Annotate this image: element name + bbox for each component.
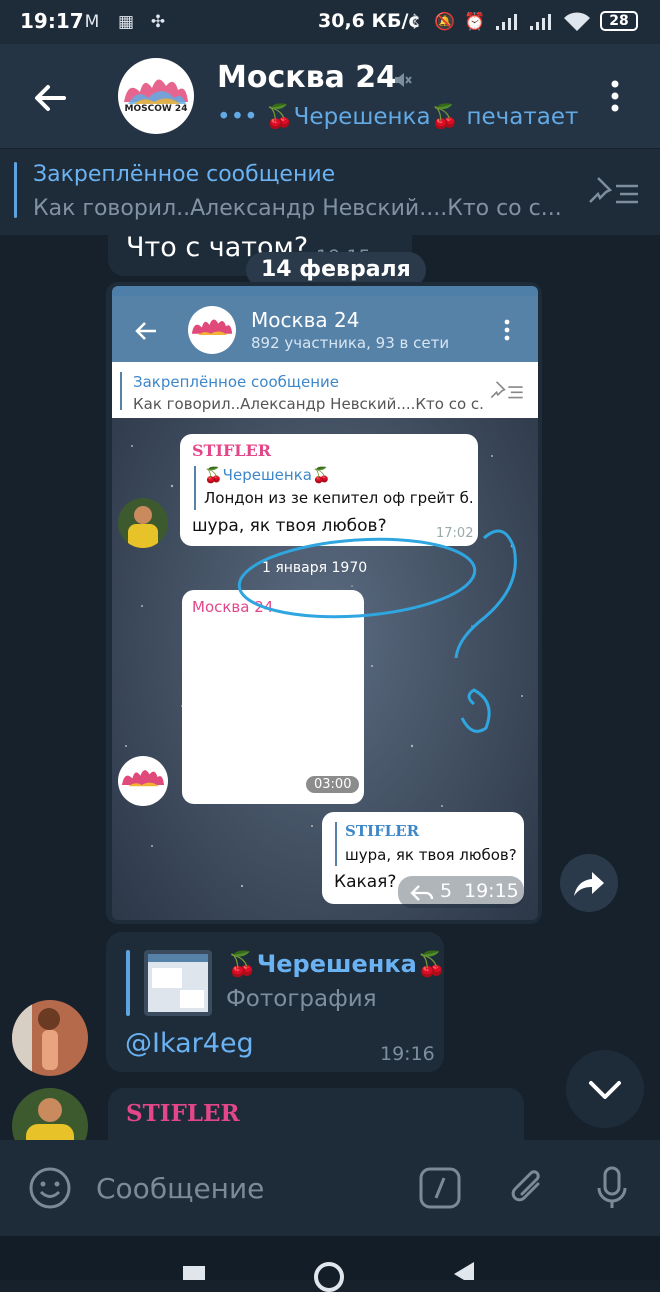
bluetooth-icon: ᛒ xyxy=(410,12,422,32)
share-arrow-icon xyxy=(574,872,604,896)
chevron-down-icon xyxy=(589,1081,621,1099)
chat-title[interactable]: Москва 24 xyxy=(217,60,397,95)
reply-message-time: 19:16 xyxy=(380,1043,435,1065)
message-input[interactable]: Сообщение xyxy=(96,1172,264,1205)
network-speed: 30,6 КБ/с xyxy=(318,10,420,32)
pinned-text: Как говорил..Александр Невский....Кто со… xyxy=(33,196,562,221)
attach-icon[interactable] xyxy=(506,1164,550,1212)
status-time: 19:17 xyxy=(20,9,84,33)
scroll-down-button[interactable] xyxy=(566,1050,644,1128)
alarm-icon: ⏰ xyxy=(464,12,486,32)
battery-icon: 28 xyxy=(600,11,638,31)
reply-accent-line xyxy=(126,950,130,1016)
microphone-icon[interactable] xyxy=(592,1164,632,1212)
signal-icon-1 xyxy=(496,14,517,30)
signal-icon-2 xyxy=(530,14,551,30)
embedded-screenshot[interactable]: Москва 24 892 участника, 93 в сети Закре… xyxy=(112,286,538,920)
avatar-label: MOSCOW 24 xyxy=(124,104,188,114)
reply-sender-name: 🍒Черешенка🍒 xyxy=(227,950,447,978)
home-button[interactable] xyxy=(314,1262,344,1292)
nav-back-icon[interactable] xyxy=(452,1262,476,1280)
muted-icon xyxy=(395,73,412,87)
back-arrow-icon[interactable] xyxy=(30,78,70,118)
recents-button[interactable] xyxy=(183,1266,205,1280)
pinned-accent-line xyxy=(14,162,17,218)
reply-type: Фотография xyxy=(226,986,377,1012)
pinned-title: Закреплённое сообщение xyxy=(33,162,336,187)
gmail-icon: M xyxy=(84,12,100,32)
handwritten-annotation xyxy=(237,529,517,733)
user-avatar-1[interactable] xyxy=(12,1000,88,1076)
chat-avatar[interactable]: MOSCOW 24 xyxy=(118,58,194,134)
bot-command-icon[interactable] xyxy=(418,1166,462,1210)
typing-status: ••• 🍒Черешенка🍒 печатает xyxy=(217,104,579,130)
mute-bell-icon: 🔕 xyxy=(434,12,456,32)
more-menu-icon[interactable] xyxy=(603,78,627,114)
status-bar: 19:17 M ▦ ✣ 30,6 КБ/с ᛒ 🔕 ⏰ 28 xyxy=(0,0,660,44)
wifi-icon xyxy=(564,12,590,31)
mention-link[interactable]: @Ikar4eg xyxy=(125,1028,254,1059)
forward-button[interactable] xyxy=(560,854,618,912)
reply-thumbnail xyxy=(144,950,212,1016)
last-message-sender: STIFLER xyxy=(126,1100,240,1127)
pinned-list-icon[interactable] xyxy=(588,176,640,208)
emoji-icon[interactable] xyxy=(28,1166,72,1210)
fan-icon: ✣ xyxy=(150,12,166,32)
calendar-icon: ▦ xyxy=(117,12,135,32)
